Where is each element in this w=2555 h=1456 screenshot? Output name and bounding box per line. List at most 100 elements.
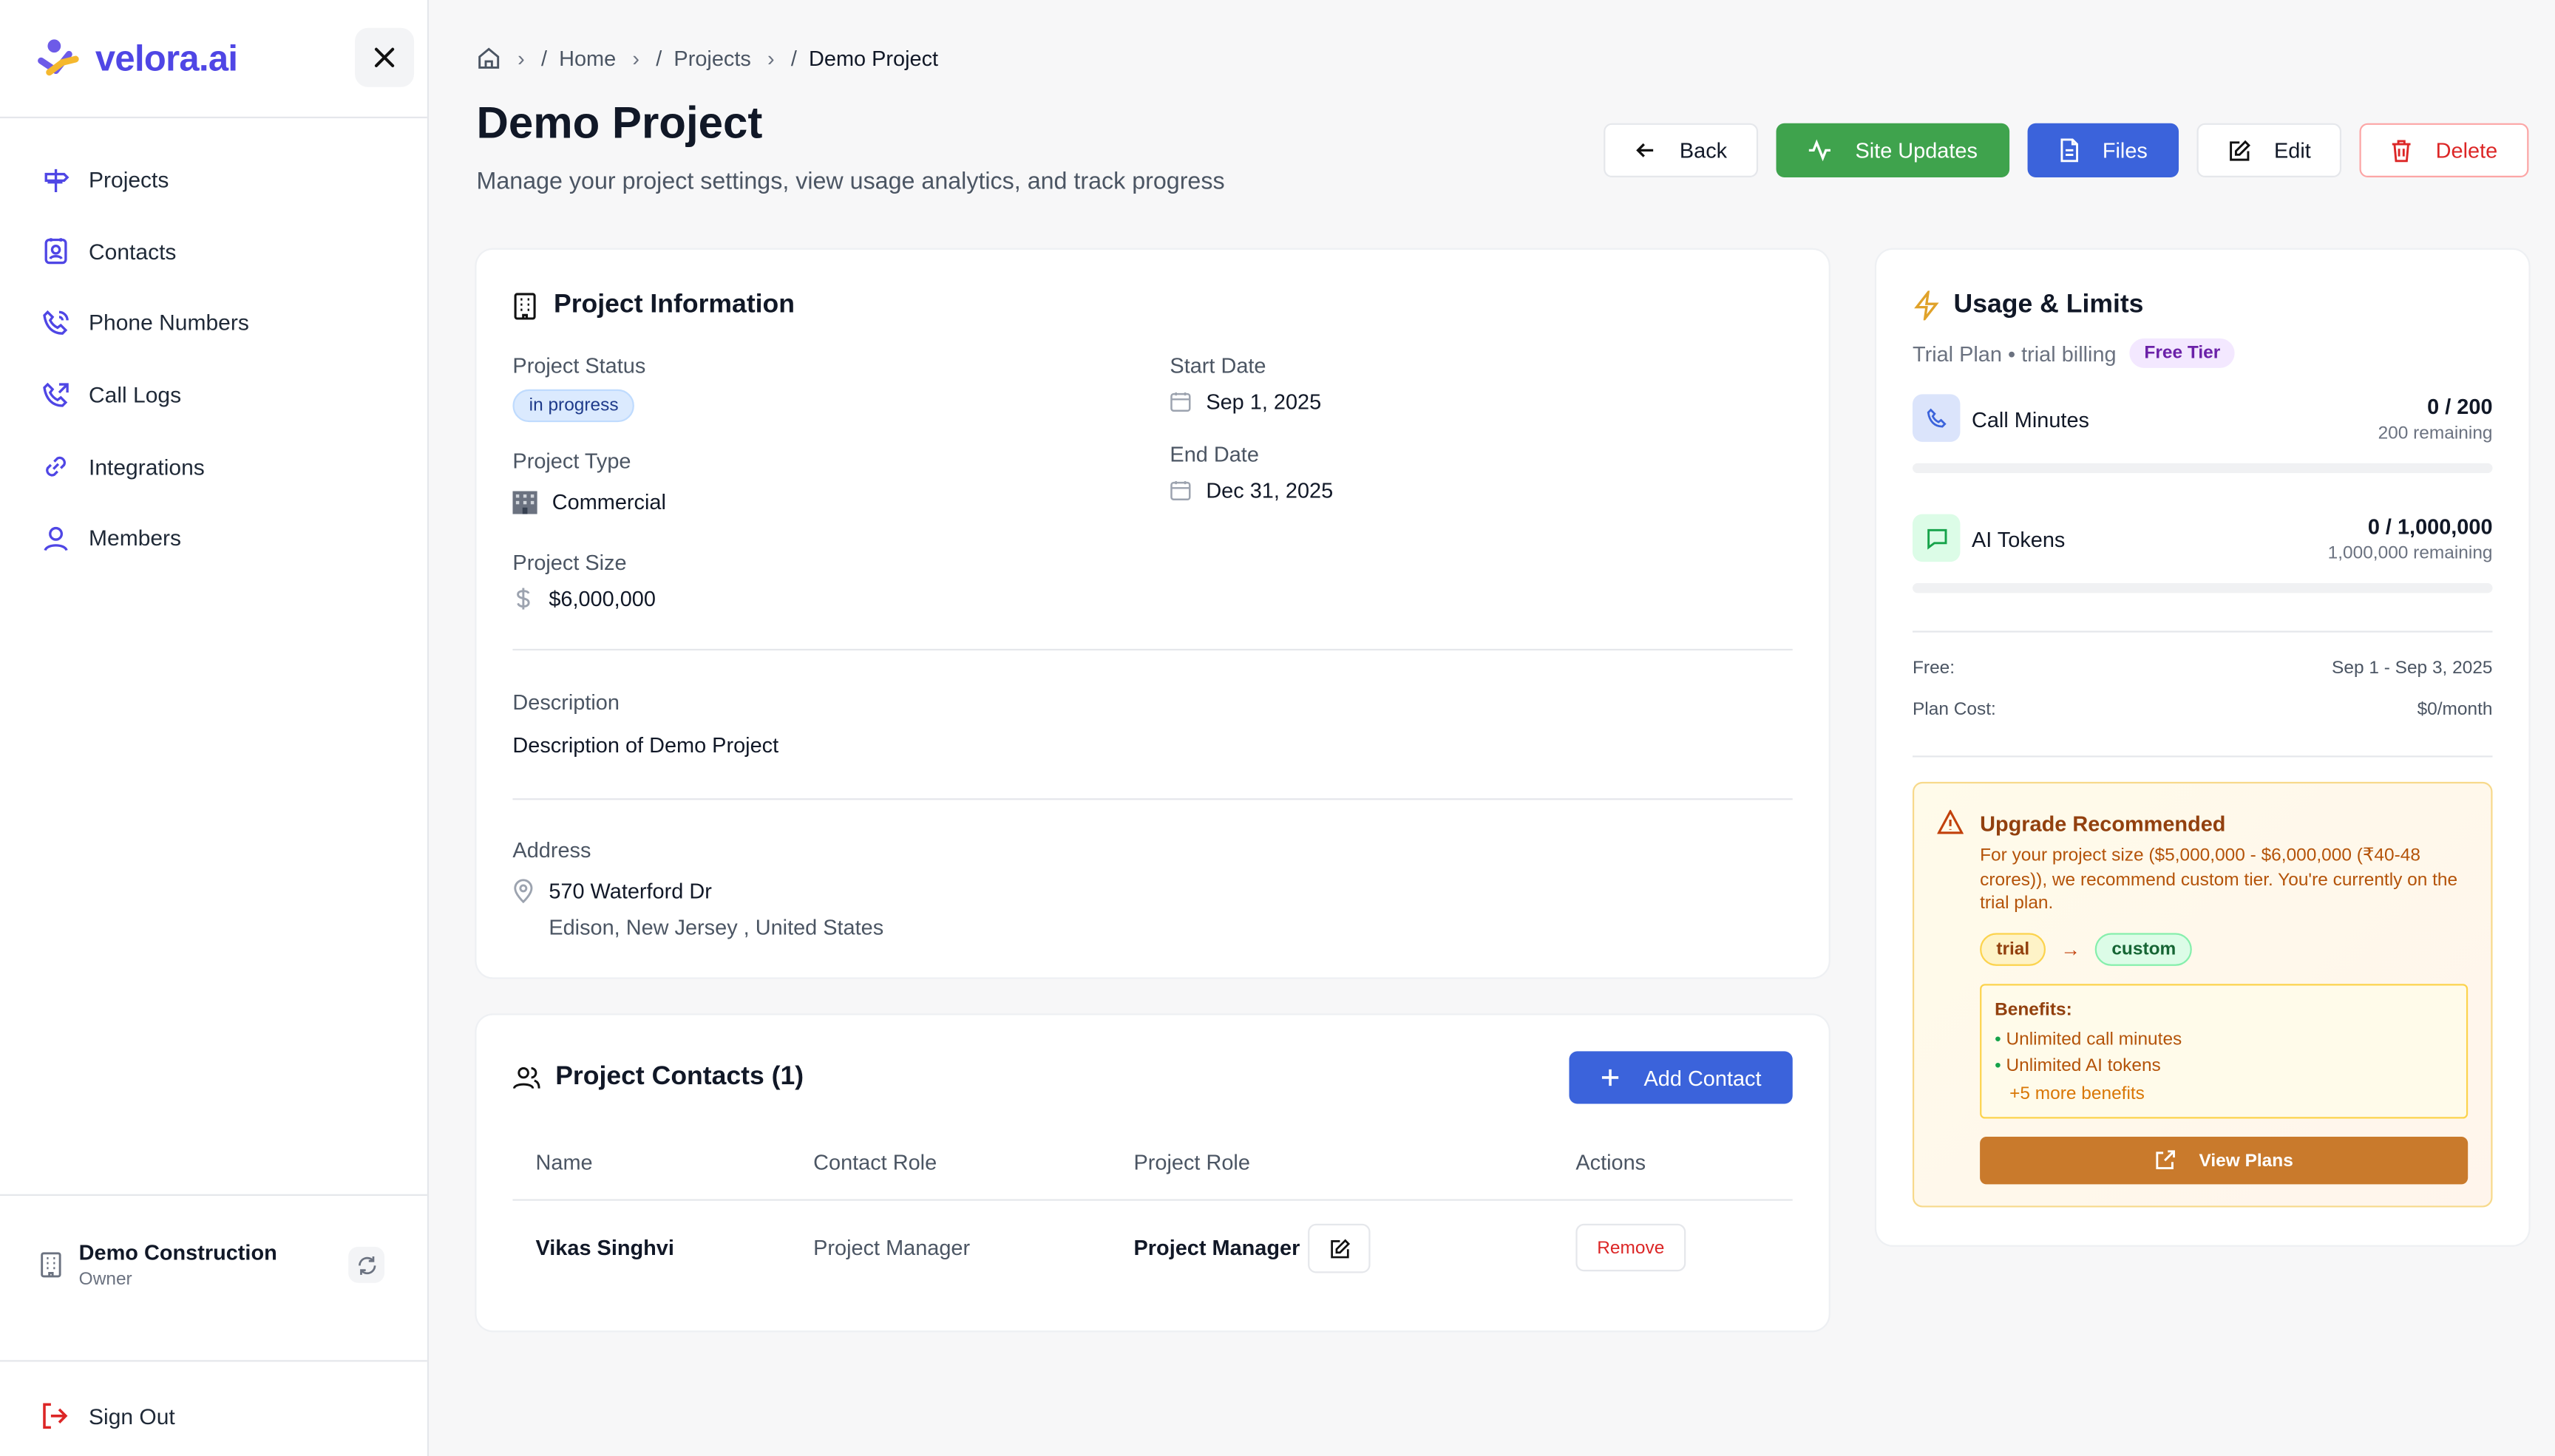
project-info-title: Project Information xyxy=(553,290,795,319)
divider xyxy=(1912,630,2493,633)
add-contact-button[interactable]: Add Contact xyxy=(1570,1051,1793,1104)
org-switcher[interactable]: Demo Construction Owner xyxy=(0,1194,427,1333)
activity-icon xyxy=(1809,139,1831,162)
sidebar-item-call-logs[interactable]: Call Logs xyxy=(0,359,427,431)
benefit-text: Unlimited AI tokens xyxy=(2006,1056,2161,1076)
back-label: Back xyxy=(1679,137,1728,163)
office-building-icon xyxy=(512,489,537,514)
benefits-title: Benefits: xyxy=(1995,1000,2072,1021)
divider xyxy=(512,648,1793,651)
logo-icon xyxy=(36,35,82,81)
end-date-row: Dec 31, 2025 xyxy=(1170,478,1333,503)
project-size-row: $6,000,000 xyxy=(512,586,656,611)
column-header-name: Name xyxy=(535,1149,593,1175)
org-name: Demo Construction xyxy=(78,1239,277,1265)
sidebar-item-projects[interactable]: Projects xyxy=(0,145,427,217)
view-plans-button[interactable]: View Plans xyxy=(1980,1136,2469,1185)
sidebar-item-label: Contacts xyxy=(89,239,177,265)
chevron-right-icon: › xyxy=(767,46,775,71)
sidebar-item-label: Call Logs xyxy=(89,383,182,408)
project-type-value: Commercial xyxy=(552,489,666,514)
sidebar-item-members[interactable]: Members xyxy=(0,503,427,574)
contacts-heading: Project Contacts (1) xyxy=(512,1063,804,1092)
phone-icon xyxy=(39,307,72,340)
end-date-value: Dec 31, 2025 xyxy=(1206,477,1334,503)
add-contact-label: Add Contact xyxy=(1643,1065,1762,1090)
header-actions: Back Site Updates Files Edit Delete xyxy=(1604,123,2529,178)
file-icon xyxy=(2060,138,2078,163)
free-value: Sep 1 - Sep 3, 2025 xyxy=(2332,659,2493,678)
divider xyxy=(512,798,1793,800)
edit-role-button[interactable] xyxy=(1308,1223,1371,1273)
column-header-project-role: Project Role xyxy=(1133,1149,1250,1175)
more-benefits: +5 more benefits xyxy=(2009,1084,2145,1104)
close-icon xyxy=(374,47,395,67)
usage-heading: Usage & Limits xyxy=(1913,290,2143,321)
sign-out-button[interactable]: Sign Out xyxy=(0,1360,427,1456)
upgrade-box: Upgrade Recommended For your project siz… xyxy=(1912,781,2493,1208)
building-icon xyxy=(512,291,537,319)
users-icon xyxy=(512,1064,540,1091)
chevron-right-icon: › xyxy=(518,46,525,71)
edit-icon xyxy=(2230,139,2251,160)
column-header-contact-role: Contact Role xyxy=(813,1149,937,1175)
trash-icon xyxy=(2392,140,2412,163)
delete-button[interactable]: Delete xyxy=(2360,123,2529,178)
sidebar-nav: Projects Contacts Phone Numbers Call Log… xyxy=(0,118,427,600)
status-badge: in progress xyxy=(512,389,635,423)
project-size-value: $6,000,000 xyxy=(549,586,656,611)
start-date-label: Start Date xyxy=(1170,353,1266,378)
address-label: Address xyxy=(512,837,591,863)
description-label: Description xyxy=(512,690,620,715)
edit-button[interactable]: Edit xyxy=(2196,123,2343,178)
files-label: Files xyxy=(2102,137,2148,163)
remove-contact-button[interactable]: Remove xyxy=(1575,1223,1686,1272)
back-button[interactable]: Back xyxy=(1604,123,1759,178)
contacts-title: Project Contacts (1) xyxy=(555,1062,804,1091)
plan-text: Trial Plan • trial billing xyxy=(1912,341,2117,366)
tier-badge: Free Tier xyxy=(2129,338,2236,368)
start-date-row: Sep 1, 2025 xyxy=(1170,389,1321,414)
signpost-icon xyxy=(39,164,72,197)
user-icon xyxy=(39,522,72,554)
sidebar-item-integrations[interactable]: Integrations xyxy=(0,431,427,503)
plus-icon xyxy=(1602,1069,1620,1086)
calendar-icon xyxy=(1170,480,1191,501)
sign-out-label: Sign Out xyxy=(89,1404,175,1429)
address-line1: 570 Waterford Dr xyxy=(549,879,712,904)
building-icon xyxy=(39,1251,62,1277)
tier-change-row: trial → custom xyxy=(1980,933,2193,966)
arrow-left-icon xyxy=(1636,143,1654,157)
end-date-label: End Date xyxy=(1170,441,1259,467)
edit-label: Edit xyxy=(2273,137,2311,163)
sidebar-item-label: Projects xyxy=(89,168,169,193)
breadcrumb-current: Demo Project xyxy=(809,46,939,71)
table-divider xyxy=(512,1199,1793,1201)
site-updates-button[interactable]: Site Updates xyxy=(1776,123,2009,178)
address-line2: Edison, New Jersey , United States xyxy=(549,914,884,940)
phone-icon xyxy=(1912,394,1961,442)
sidebar-item-phone-numbers[interactable]: Phone Numbers xyxy=(0,288,427,359)
ai-tokens-remaining: 1,000,000 remaining xyxy=(2327,543,2493,564)
breadcrumb-home[interactable]: Home xyxy=(559,46,616,70)
external-link-icon xyxy=(2157,1150,2176,1169)
files-button[interactable]: Files xyxy=(2026,123,2179,178)
start-date-value: Sep 1, 2025 xyxy=(1206,389,1322,415)
plan-row: Trial Plan • trial billing Free Tier xyxy=(1912,338,2236,368)
plan-cost-label: Plan Cost: xyxy=(1912,699,1996,720)
divider xyxy=(1912,755,2493,758)
breadcrumb-projects[interactable]: Projects xyxy=(673,46,750,70)
map-pin-icon xyxy=(512,879,534,904)
project-size-label: Project Size xyxy=(512,550,627,575)
logo-row: velora.ai xyxy=(0,0,427,119)
upgrade-title: Upgrade Recommended xyxy=(1980,811,2226,837)
close-sidebar-button[interactable] xyxy=(355,27,415,87)
refresh-icon xyxy=(357,1255,376,1274)
link-icon xyxy=(39,450,72,483)
sidebar-item-label: Integrations xyxy=(89,454,205,480)
switch-org-button[interactable] xyxy=(348,1246,385,1283)
breadcrumb: › / Home › / Projects › / Demo Project xyxy=(477,46,939,71)
home-icon[interactable] xyxy=(477,46,501,70)
benefit-text: Unlimited call minutes xyxy=(2006,1030,2182,1050)
sidebar-item-contacts[interactable]: Contacts xyxy=(0,216,427,288)
